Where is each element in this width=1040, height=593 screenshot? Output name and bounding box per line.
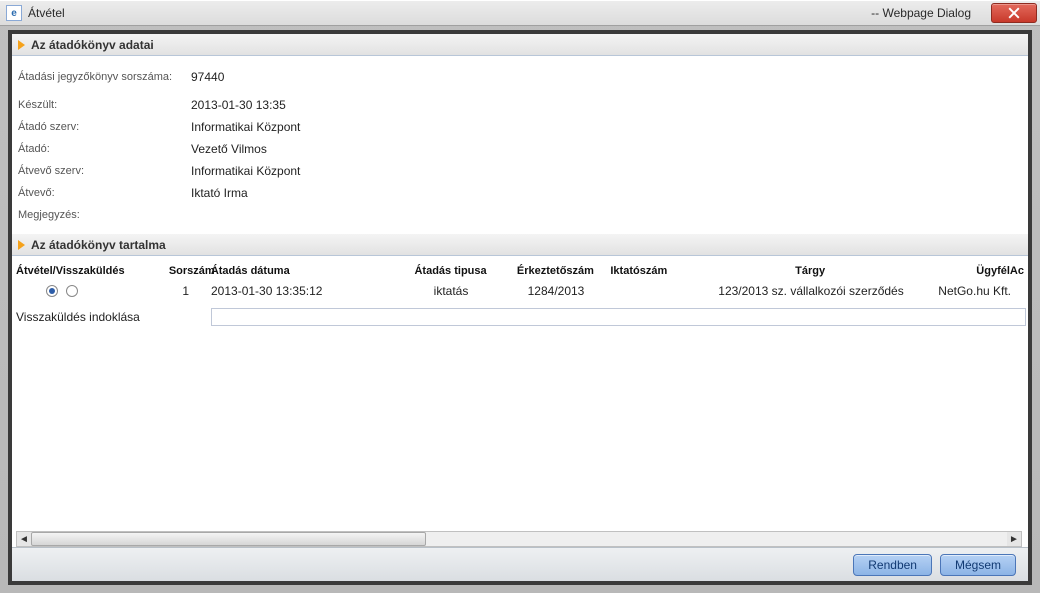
close-button[interactable] — [991, 3, 1037, 23]
col-ac: Ac — [1010, 265, 1026, 277]
section-title: Az átadókönyv adatai — [31, 38, 154, 52]
horizontal-scrollbar[interactable]: ◄ ► — [16, 531, 1022, 547]
cell-tipus: iktatás — [401, 284, 501, 298]
scroll-right-icon[interactable]: ► — [1007, 532, 1021, 546]
triangle-icon — [18, 240, 25, 250]
titlebar: e Átvétel -- Webpage Dialog — [0, 0, 1040, 26]
field-value-atado: Vezető Vilmos — [191, 142, 267, 156]
visszakuldes-input[interactable] — [211, 308, 1026, 326]
cell-datum: 2013-01-30 13:35:12 — [211, 284, 401, 298]
dialog-frame: Az átadókönyv adatai Átadási jegyzőkönyv… — [8, 30, 1032, 585]
details-fields: Átadási jegyzőkönyv sorszáma: 97440 Kész… — [12, 56, 1028, 234]
scroll-track[interactable] — [31, 532, 1007, 546]
field-value-atado-szerv: Informatikai Központ — [191, 120, 300, 134]
visszakuldes-label: Visszaküldés indoklása — [16, 310, 211, 324]
field-value-sorszam: 97440 — [191, 70, 224, 84]
section-head-content: Az átadókönyv tartalma — [12, 234, 1028, 256]
table-row: 1 2013-01-30 13:35:12 iktatás 1284/2013 … — [14, 280, 1026, 302]
field-label: Készült: — [16, 99, 191, 111]
field-value-atvevo: Iktató Irma — [191, 186, 248, 200]
field-label: Átadó szerv: — [16, 121, 191, 133]
radio-atvetel[interactable] — [46, 285, 58, 297]
field-value-keszult: 2013-01-30 13:35 — [191, 98, 286, 112]
field-label: Átvevő: — [16, 187, 191, 199]
table-header: Átvétel/Visszaküldés Sorszám Átadás dátu… — [14, 256, 1026, 280]
col-sorszam: Sorszám — [169, 265, 211, 277]
scroll-thumb[interactable] — [31, 532, 426, 546]
cell-sorszam: 1 — [169, 284, 211, 298]
field-label: Átvevő szerv: — [16, 165, 191, 177]
cell-ugyfel: NetGo.hu Kft. — [931, 284, 1011, 298]
section-head-details: Az átadókönyv adatai — [12, 34, 1028, 56]
dialog-footer: Rendben Mégsem — [12, 547, 1028, 581]
close-icon — [1008, 7, 1020, 19]
col-tipus: Átadás tipusa — [401, 265, 501, 277]
cancel-button[interactable]: Mégsem — [940, 554, 1016, 576]
field-value-atvevo-szerv: Informatikai Központ — [191, 164, 300, 178]
triangle-icon — [18, 40, 25, 50]
window-title: Átvétel — [28, 6, 65, 20]
field-label: Megjegyzés: — [16, 209, 191, 221]
window-dialog-suffix: -- Webpage Dialog — [871, 6, 971, 20]
scroll-left-icon[interactable]: ◄ — [17, 532, 31, 546]
col-erkezteto: Érkeztetőszám — [501, 265, 611, 277]
col-ugyfel: Ügyfél — [930, 265, 1010, 277]
ok-button[interactable]: Rendben — [853, 554, 932, 576]
col-iktato: Iktatószám — [610, 265, 690, 277]
col-targy: Tárgy — [690, 265, 930, 277]
col-datum: Átadás dátuma — [211, 265, 401, 277]
app-icon: e — [6, 5, 22, 21]
field-label: Átadási jegyzőkönyv sorszáma: — [16, 70, 191, 84]
radio-visszakuldes[interactable] — [66, 285, 78, 297]
cell-targy: 123/2013 sz. vállalkozói szerződés — [691, 284, 931, 298]
section-title: Az átadókönyv tartalma — [31, 238, 166, 252]
field-label: Átadó: — [16, 143, 191, 155]
cell-erkezteto: 1284/2013 — [501, 284, 611, 298]
col-atvetel: Átvétel/Visszaküldés — [14, 265, 169, 277]
